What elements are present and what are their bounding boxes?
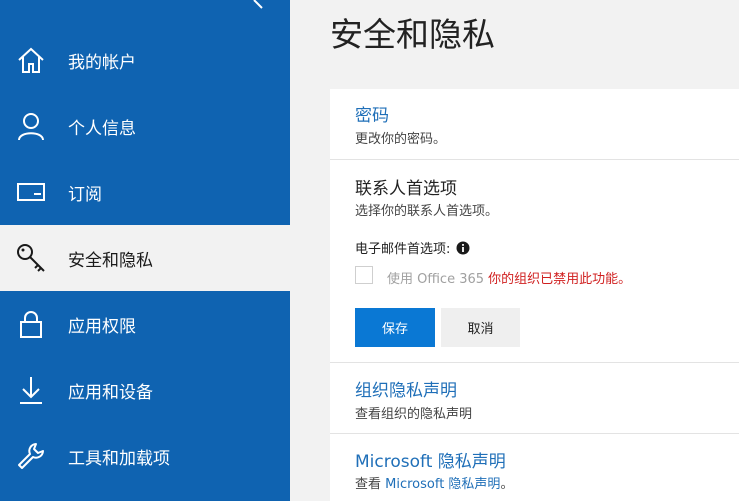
sidebar-item-subscriptions[interactable]: 订阅 (0, 159, 290, 225)
page-title: 安全和隐私 (330, 15, 495, 54)
ms-privacy-section: Microsoft 隐私声明 查看 Microsoft 隐私声明。 (330, 434, 739, 501)
office365-text: 使用 Office 365 (387, 272, 485, 287)
office365-checkbox[interactable] (355, 266, 373, 284)
sidebar-item-apps-devices[interactable]: 应用和设备 (0, 357, 290, 423)
contact-preferences-title: 联系人首选项 (355, 179, 457, 199)
sidebar-item-label: 工具和加载项 (68, 448, 170, 469)
home-icon (14, 43, 48, 77)
sidebar-item-personal-info[interactable]: 个人信息 (0, 93, 290, 159)
sidebar-item-security-privacy[interactable]: 安全和隐私 (0, 225, 290, 291)
disabled-warning: 你的组织已禁用此功能。 (488, 272, 632, 287)
sidebar-item-label: 订阅 (68, 184, 102, 205)
sidebar: 我的帐户 个人信息 订阅 安全和隐私 应用权限 应用和设备 工具和加载项 (0, 0, 290, 501)
cancel-button[interactable]: 取消 (441, 308, 520, 347)
sidebar-item-label: 安全和隐私 (68, 250, 153, 271)
sidebar-item-tools-addins[interactable]: 工具和加载项 (0, 423, 290, 489)
info-icon[interactable] (456, 241, 470, 255)
org-privacy-link[interactable]: 组织隐私声明 (355, 376, 457, 401)
sidebar-item-label: 应用权限 (68, 316, 136, 337)
collapse-chevron-icon[interactable] (248, 0, 270, 14)
ms-privacy-link[interactable]: Microsoft 隐私声明 (355, 447, 506, 472)
password-section: 密码 更改你的密码。 (330, 89, 739, 159)
ms-privacy-desc: 查看 Microsoft 隐私声明。 (355, 473, 513, 492)
org-privacy-desc: 查看组织的隐私声明 (355, 407, 473, 422)
sidebar-item-label: 应用和设备 (68, 382, 153, 403)
sidebar-item-label: 我的帐户 (68, 52, 136, 73)
sidebar-item-app-permissions[interactable]: 应用权限 (0, 291, 290, 357)
sidebar-item-my-account[interactable]: 我的帐户 (0, 27, 290, 93)
contact-preferences-desc: 选择你的联系人首选项。 (355, 204, 499, 219)
password-link[interactable]: 密码 (355, 101, 389, 126)
wrench-icon (14, 439, 48, 473)
org-privacy-section: 组织隐私声明 查看组织的隐私声明 (330, 363, 739, 433)
email-preferences-label: 电子邮件首选项: (355, 238, 470, 257)
download-icon (14, 373, 48, 407)
save-button[interactable]: 保存 (355, 308, 435, 347)
office365-checkbox-label: 使用 Office 365 你的组织已禁用此功能。 (387, 268, 631, 287)
card-icon (14, 175, 48, 209)
ms-privacy-desc-suffix: 。 (500, 477, 514, 492)
key-icon (14, 241, 48, 275)
lock-icon (14, 307, 48, 341)
ms-privacy-desc-prefix: 查看 (355, 477, 386, 492)
person-icon (14, 109, 48, 143)
email-preferences-text: 电子邮件首选项: (355, 242, 451, 257)
password-desc: 更改你的密码。 (355, 132, 447, 147)
ms-privacy-inline-link[interactable]: Microsoft 隐私声明 (385, 477, 500, 492)
sidebar-item-label: 个人信息 (68, 118, 136, 139)
